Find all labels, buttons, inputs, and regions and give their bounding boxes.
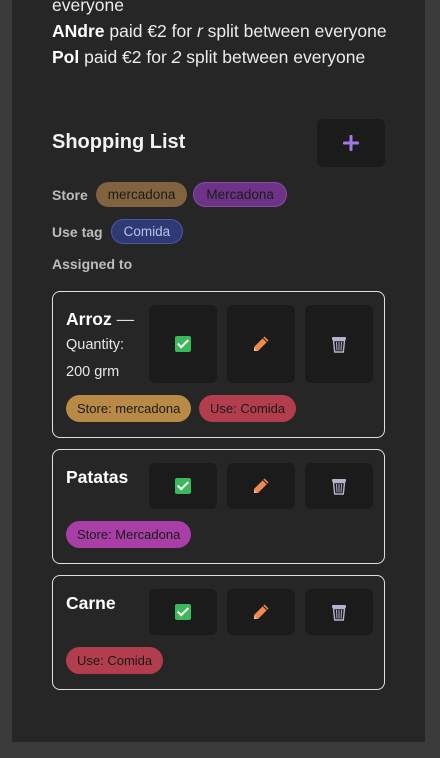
item-name: Carne [66, 593, 116, 613]
trash-icon [332, 605, 346, 621]
store-chip-Mercadona[interactable]: Mercadona [193, 182, 287, 207]
delete-button[interactable] [305, 305, 373, 383]
assigned-filter: Assigned to [52, 256, 134, 272]
pencil-icon [254, 336, 269, 351]
check-button[interactable] [149, 589, 217, 635]
edit-button[interactable] [227, 463, 295, 509]
add-item-button[interactable] [317, 119, 385, 167]
trash-icon [332, 479, 346, 495]
edit-button[interactable] [227, 305, 295, 383]
shopping-list-title: Shopping List [52, 131, 186, 153]
store-chip-mercadona[interactable]: mercadona [95, 182, 188, 207]
store-tag: Store: mercadona [66, 395, 192, 422]
use-tag-filter: Use tag Comida [52, 219, 184, 244]
item-name: Patatas [66, 467, 129, 487]
check-icon [175, 604, 191, 620]
use-tag: Use: Comida [66, 647, 164, 674]
store-tag: Store: Mercadona [66, 521, 192, 548]
assigned-label: Assigned to [52, 256, 133, 272]
trash-icon [332, 337, 346, 353]
store-label: Store [52, 186, 88, 203]
expense-line: ANdre paid €2 for r split between everyo… [52, 21, 387, 41]
check-icon [175, 478, 191, 494]
plus-icon [343, 135, 359, 151]
store-filter: Store mercadona Mercadona [52, 182, 287, 207]
expense-line: everyone [52, 0, 124, 15]
expense-line: Pol paid €2 for 2 split between everyone [52, 47, 366, 67]
payer-name: Pol [52, 47, 80, 67]
pencil-icon [254, 478, 269, 493]
payer-name: ANdre [52, 21, 105, 41]
item-quantity: Quantity: 200 grm [66, 337, 125, 380]
check-button[interactable] [149, 463, 217, 509]
use-tag: Use: Comida [199, 395, 297, 422]
shopping-item-card: Patatas Store: Mercadona [52, 449, 385, 564]
edit-button[interactable] [227, 589, 295, 635]
shopping-item-card: Carne Use: Comida [52, 575, 385, 690]
pencil-icon [254, 604, 269, 619]
delete-button[interactable] [305, 463, 373, 509]
use-tag-chip-comida[interactable]: Comida [110, 219, 184, 244]
check-button[interactable] [149, 305, 217, 383]
use-tag-label: Use tag [52, 223, 103, 240]
delete-button[interactable] [305, 589, 373, 635]
item-name: Arroz — [66, 309, 135, 329]
check-icon [175, 336, 191, 352]
shopping-item-card: Arroz — Quantity: 200 grm Store: mercado… [52, 291, 385, 438]
expense-list: everyone ANdre paid €2 for r split betwe… [52, 0, 392, 70]
